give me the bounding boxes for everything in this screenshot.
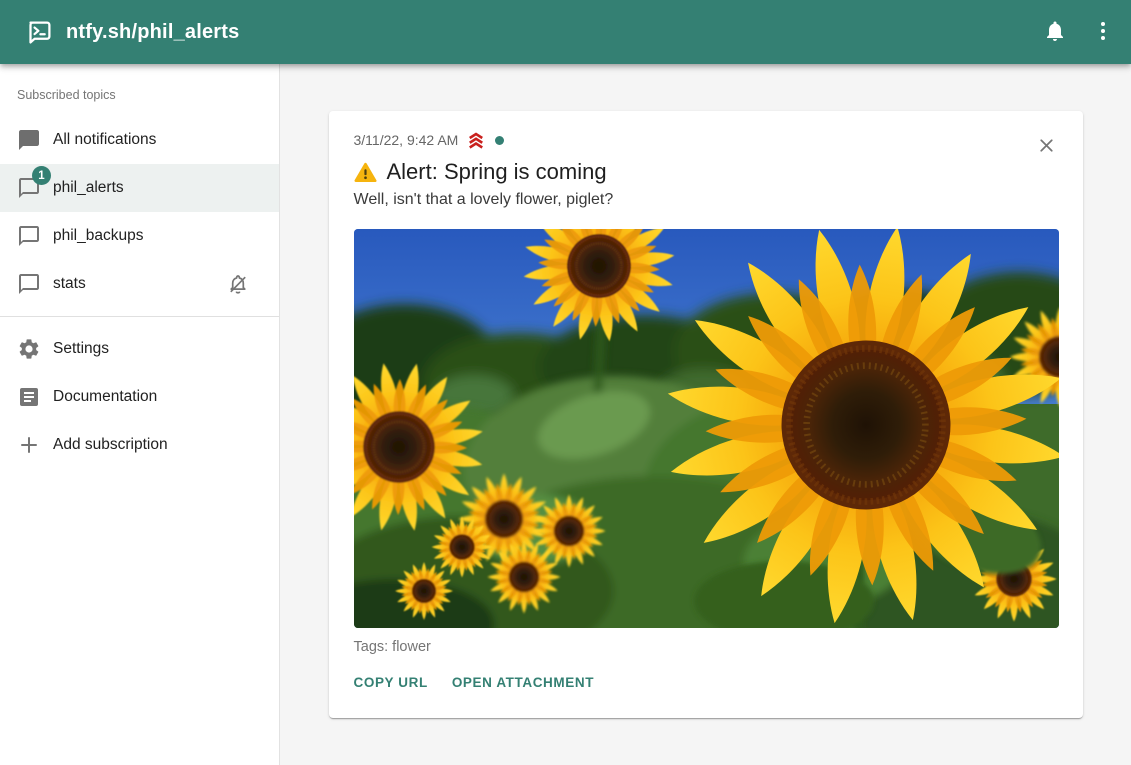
notification-actions: COPY URL OPEN ATTACHMENT xyxy=(346,667,1058,698)
app-bar-title: ntfy.sh/phil_alerts xyxy=(66,21,239,44)
notification-title: Alert: Spring is coming xyxy=(387,159,607,185)
notification-tags: Tags: flower xyxy=(354,639,1058,655)
app-bar: ntfy.sh/phil_alerts xyxy=(0,0,1131,64)
notifications-panel: 3/11/22, 9:42 AM xyxy=(280,64,1131,765)
chat-bubble-outline-icon xyxy=(17,224,41,248)
sidebar-item-label: phil_backups xyxy=(53,227,143,245)
sidebar-item-phil-alerts[interactable]: 1 phil_alerts xyxy=(0,164,279,212)
notification-title-row: Alert: Spring is coming xyxy=(354,159,1058,185)
chat-bubble-outline-icon xyxy=(17,272,41,296)
sidebar-item-label: Documentation xyxy=(53,388,157,406)
close-icon xyxy=(1036,135,1057,159)
unread-count-badge: 1 xyxy=(32,166,51,185)
sidebar-item-label: stats xyxy=(53,275,86,293)
sidebar-item-settings[interactable]: Settings xyxy=(0,325,279,373)
plus-icon xyxy=(17,433,41,457)
sidebar-item-phil-backups[interactable]: phil_backups xyxy=(0,212,279,260)
notification-meta: 3/11/22, 9:42 AM xyxy=(354,130,1058,150)
delete-notification-button[interactable] xyxy=(1027,127,1067,167)
subscribed-topics-label: Subscribed topics xyxy=(0,74,279,116)
notification-card: 3/11/22, 9:42 AM xyxy=(329,111,1083,718)
ntfy-logo-icon xyxy=(26,19,53,46)
sidebar-item-documentation[interactable]: Documentation xyxy=(0,373,279,421)
notifications-toggle-button[interactable] xyxy=(1031,8,1079,56)
bell-icon xyxy=(1043,19,1067,46)
sidebar-item-stats[interactable]: stats xyxy=(0,260,279,308)
warning-emoji-icon xyxy=(354,161,377,184)
notifications-muted-icon xyxy=(226,272,250,296)
sidebar-item-add-subscription[interactable]: Add subscription xyxy=(0,421,279,469)
more-vert-icon xyxy=(1091,19,1115,46)
sidebar-item-label: Settings xyxy=(53,340,109,358)
notification-timestamp: 3/11/22, 9:42 AM xyxy=(354,132,459,148)
copy-url-button[interactable]: COPY URL xyxy=(346,667,436,698)
open-attachment-button[interactable]: OPEN ATTACHMENT xyxy=(444,667,602,698)
chat-bubble-filled-icon xyxy=(17,128,41,152)
sidebar-divider xyxy=(0,316,279,317)
sidebar: Subscribed topics All notifications 1 ph… xyxy=(0,64,280,765)
article-icon xyxy=(17,385,41,409)
sidebar-item-label: phil_alerts xyxy=(53,179,124,197)
gear-icon xyxy=(17,337,41,361)
sidebar-item-label: All notifications xyxy=(53,131,156,149)
unread-dot-icon xyxy=(495,136,504,145)
notification-message: Well, isn't that a lovely flower, piglet… xyxy=(354,191,1058,209)
overflow-menu-button[interactable] xyxy=(1079,8,1127,56)
sidebar-item-label: Add subscription xyxy=(53,436,168,454)
chat-bubble-outline-icon: 1 xyxy=(17,176,41,200)
priority-high-icon xyxy=(466,130,486,150)
sidebar-item-all-notifications[interactable]: All notifications xyxy=(0,116,279,164)
attachment-image-sunflowers[interactable] xyxy=(354,229,1059,628)
ntfy-app: ntfy.sh/phil_alerts Subscribed topics xyxy=(0,0,1131,765)
